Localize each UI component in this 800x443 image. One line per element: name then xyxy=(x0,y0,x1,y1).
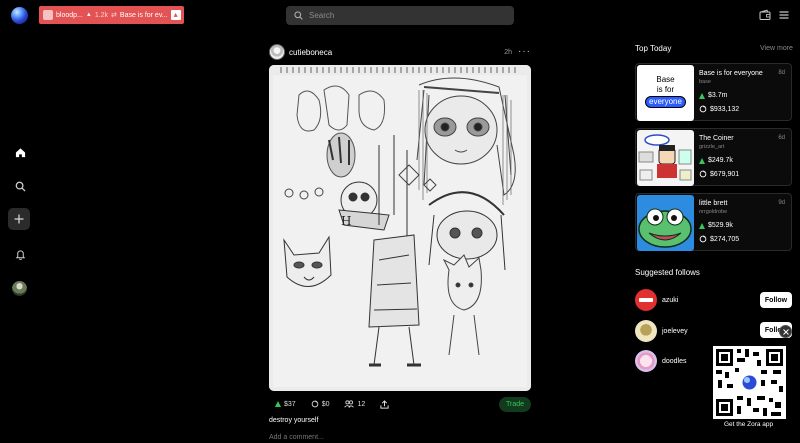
base-logo-line: everyone xyxy=(645,96,686,108)
coin-market-cap: $249.7k xyxy=(708,157,733,164)
up-icon: ▲ xyxy=(85,12,92,18)
coin-volume: $679,901 xyxy=(710,170,740,178)
suggested-name: azuki xyxy=(662,296,679,304)
coin-image: Base is for everyone xyxy=(637,65,694,121)
follow-button[interactable]: Follow xyxy=(760,292,792,308)
svg-text:H: H xyxy=(341,214,351,228)
trade-button[interactable]: Trade xyxy=(498,396,531,412)
ticker-banner[interactable]: bloodp... ▲ 1.2k ⇄ Base is for ev... ▴ xyxy=(39,6,184,24)
holders-icon xyxy=(344,400,355,408)
qr-code xyxy=(713,346,786,419)
plus-icon xyxy=(14,214,24,224)
post-image[interactable]: H xyxy=(269,65,531,391)
coin-handle: grizzle_art xyxy=(699,144,725,150)
view-more-link[interactable]: View more xyxy=(760,45,793,52)
ticker-thumbnail xyxy=(43,10,53,20)
ticker-title: Base is for ev... xyxy=(119,11,168,19)
market-cap-stat: $37 xyxy=(275,401,296,408)
wallet-icon[interactable] xyxy=(759,9,771,21)
suggested-name: joelevey xyxy=(662,327,688,335)
coin-handle: nrrgoldrobe xyxy=(699,209,728,215)
post-actions: $37 $0 12 Trade xyxy=(269,396,531,412)
comment-input[interactable]: Add a comment... xyxy=(269,434,324,441)
sketch-drawing: H xyxy=(269,65,531,391)
top-today-title: Top Today xyxy=(635,44,672,53)
ticker-coin-name: bloodp... xyxy=(56,11,83,19)
close-icon xyxy=(782,328,789,335)
up-arrow-icon xyxy=(699,157,705,164)
avatar xyxy=(635,350,657,372)
suggested-follows-title: Suggested follows xyxy=(635,268,700,277)
coin-volume: $274,705 xyxy=(710,235,740,243)
swap-icon: ⇄ xyxy=(111,12,117,19)
coin-image xyxy=(637,130,694,186)
azuki-logo-icon xyxy=(639,298,653,302)
holders-stat[interactable]: 12 xyxy=(344,400,365,408)
coin-age: 9d xyxy=(778,200,785,206)
profile-avatar[interactable] xyxy=(12,281,27,296)
volume-icon xyxy=(699,105,707,113)
coin-age: 6d xyxy=(778,135,785,141)
avatar xyxy=(635,320,657,342)
menu-icon[interactable] xyxy=(778,9,790,21)
up-arrow-icon xyxy=(699,222,705,229)
coin-market-cap: $3.7m xyxy=(708,92,728,99)
coin-volume: $933,132 xyxy=(710,105,740,113)
volume-icon xyxy=(311,400,319,408)
home-icon[interactable] xyxy=(12,144,28,160)
suggested-name: doodles xyxy=(662,357,687,365)
post-market-cap: $37 xyxy=(284,400,296,408)
post-header: cutieboneca 2h ··· xyxy=(269,43,531,61)
search-input[interactable] xyxy=(309,11,499,20)
top-coin-card[interactable]: Base is for everyone Base is for everyon… xyxy=(635,63,792,121)
share-icon[interactable] xyxy=(380,399,389,409)
qr-label: Get the Zora app xyxy=(724,421,774,428)
post-author-avatar[interactable] xyxy=(269,44,285,60)
post-volume: $0 xyxy=(321,400,330,408)
top-coin-card[interactable]: The Coiner grizzle_art 6d $249.7k $679,9… xyxy=(635,128,792,186)
volume-stat: $0 xyxy=(311,400,330,408)
coin-name: little brett xyxy=(699,200,728,207)
coin-image xyxy=(637,195,694,251)
avatar xyxy=(635,289,657,311)
base-logo-icon: ▴ xyxy=(170,10,181,20)
post-time: 2h xyxy=(504,48,512,56)
search-nav-icon[interactable] xyxy=(12,178,28,194)
coin-market-cap: $529.9k xyxy=(708,222,733,229)
post-holders: 12 xyxy=(357,400,366,408)
base-logo-line: Base xyxy=(656,75,675,84)
coin-name: Base is for everyone xyxy=(699,70,763,77)
more-options-icon[interactable]: ··· xyxy=(518,47,531,57)
post-caption: destroy yourself xyxy=(269,417,319,424)
post-username[interactable]: cutieboneca xyxy=(289,48,332,57)
up-arrow-icon xyxy=(275,401,281,407)
base-logo-line: is for xyxy=(656,85,675,94)
coin-handle: base xyxy=(699,79,711,85)
notifications-icon[interactable] xyxy=(12,246,28,262)
coin-age: 8d xyxy=(778,70,785,76)
ticker-count: 1.2k xyxy=(94,11,109,19)
top-coin-card[interactable]: little brett nrrgoldrobe 9d $529.9k $274… xyxy=(635,193,792,251)
coin-name: The Coiner xyxy=(699,135,734,142)
close-qr-button[interactable] xyxy=(779,325,792,338)
search-icon xyxy=(294,11,303,20)
zora-logo[interactable] xyxy=(11,7,28,24)
volume-icon xyxy=(699,170,707,178)
up-arrow-icon xyxy=(699,92,705,99)
search-bar[interactable] xyxy=(286,6,514,25)
create-button[interactable] xyxy=(8,208,30,230)
volume-icon xyxy=(699,235,707,243)
